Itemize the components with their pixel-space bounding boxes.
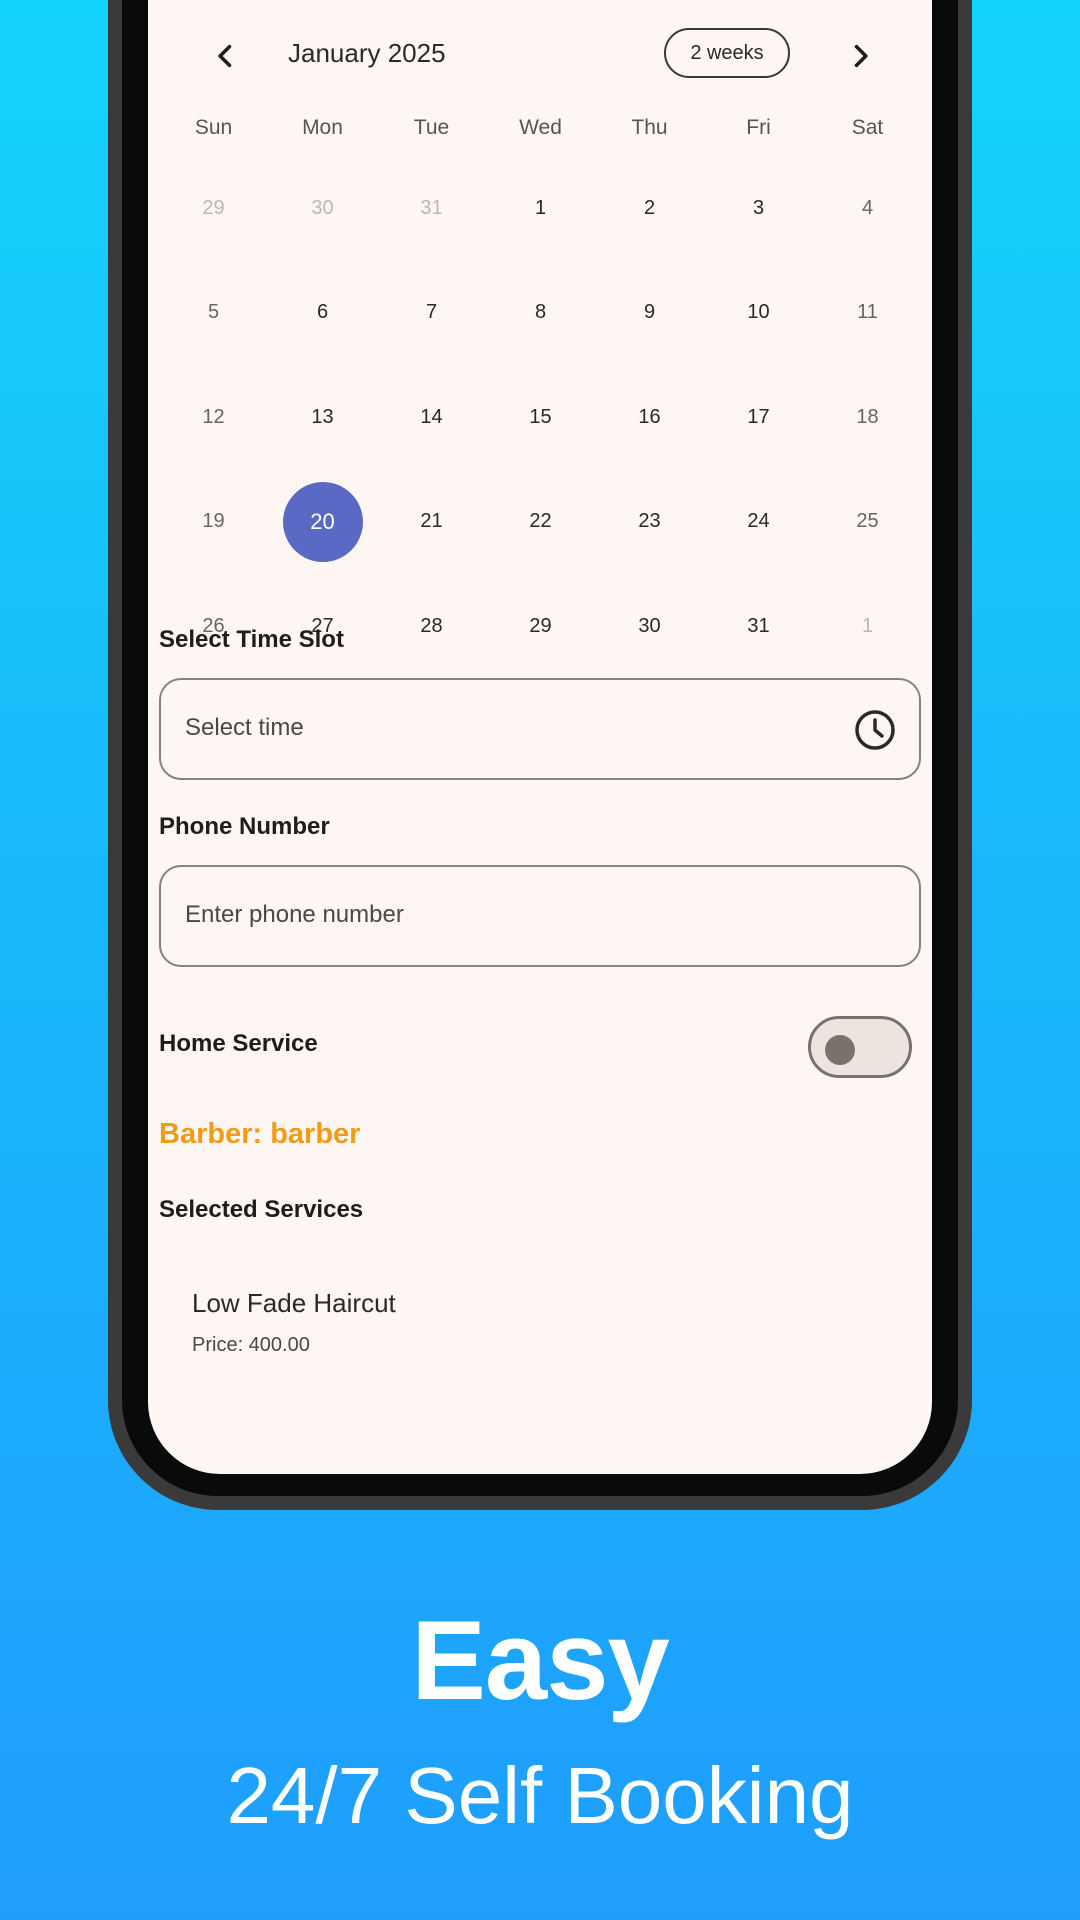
clock-icon[interactable] [853,708,897,752]
promo-title: Easy [411,1598,670,1723]
chevron-right-icon [854,44,868,68]
time-slot-placeholder: Select time [185,714,304,741]
calendar-day[interactable]: 30 [595,574,704,679]
calendar-day[interactable]: 4 [813,156,922,261]
calendar-day[interactable]: 15 [486,365,595,470]
calendar-day[interactable]: 23 [595,470,704,575]
app-screen: January 2025 2 weeks Sun Mon Tue Wed Thu… [148,0,932,1474]
weekday-label: Sun [194,116,233,139]
calendar-day[interactable]: 12 [159,365,268,470]
calendar-day[interactable]: 14 [377,365,486,470]
phone-number-label: Phone Number [159,813,330,840]
phone-frame: January 2025 2 weeks Sun Mon Tue Wed Thu… [108,0,972,1510]
month-label: January 2025 [288,38,446,68]
calendar-day[interactable]: 29 [486,574,595,679]
phone-number-field[interactable]: Enter phone number [159,865,921,967]
calendar-day[interactable]: 11 [813,261,922,366]
toggle-knob [825,1035,855,1065]
barber-name: Barber: barber [159,1118,361,1150]
promo-subtitle: 24/7 Self Booking [226,1751,854,1840]
service-name: Low Fade Haircut [192,1288,396,1318]
weekday-label: Sat [851,116,884,139]
weekday-label: Wed [519,116,562,139]
calendar-day[interactable]: 29 [159,156,268,261]
calendar-day[interactable]: 19 [159,470,268,575]
calendar-day[interactable]: 24 [704,470,813,575]
calendar-day[interactable]: 18 [813,365,922,470]
calendar-day[interactable]: 22 [486,470,595,575]
calendar-day[interactable]: 25 [813,470,922,575]
calendar-day[interactable]: 28 [377,574,486,679]
calendar-day[interactable]: 13 [268,365,377,470]
calendar-day[interactable]: 8 [486,261,595,366]
calendar-day[interactable]: 2 [595,156,704,261]
next-month-button[interactable] [836,32,884,80]
weekday-label: Fri [746,116,771,139]
weekday-row: Sun Mon Tue Wed Thu Fri Sat [159,116,923,140]
phone-number-placeholder: Enter phone number [185,901,404,928]
calendar-day[interactable]: 7 [377,261,486,366]
calendar-grid: 29 30 31 1 2 3 4 5 6 7 8 9 10 11 12 13 1… [159,156,923,679]
service-price: Price: 400.00 [192,1334,310,1356]
calendar-day[interactable]: 6 [268,261,377,366]
calendar-day[interactable]: 17 [704,365,813,470]
calendar-day[interactable]: 3 [704,156,813,261]
weekday-label: Mon [302,116,343,139]
calendar-header: January 2025 2 weeks [148,28,932,84]
calendar-day[interactable]: 30 [268,156,377,261]
time-slot-label: Select Time Slot [159,626,344,653]
home-service-toggle[interactable] [808,1016,912,1078]
calendar-day[interactable]: 9 [595,261,704,366]
calendar-day-selected[interactable]: 20 [268,470,377,575]
calendar-day[interactable]: 21 [377,470,486,575]
phone-bezel: January 2025 2 weeks Sun Mon Tue Wed Thu… [122,0,958,1496]
calendar-day[interactable]: 31 [704,574,813,679]
calendar-day[interactable]: 5 [159,261,268,366]
weekday-label: Tue [413,116,450,139]
calendar-day[interactable]: 31 [377,156,486,261]
chevron-left-icon [218,44,232,68]
calendar-day[interactable]: 16 [595,365,704,470]
home-service-label: Home Service [159,1030,318,1057]
calendar-day[interactable]: 1 [486,156,595,261]
calendar-day[interactable]: 10 [704,261,813,366]
weekday-label: Thu [631,116,668,139]
calendar-format-button[interactable]: 2 weeks [664,28,790,78]
time-slot-field[interactable]: Select time [159,678,921,780]
prev-month-button[interactable] [202,32,250,80]
selected-services-label: Selected Services [159,1196,364,1223]
calendar-day[interactable]: 1 [813,574,922,679]
